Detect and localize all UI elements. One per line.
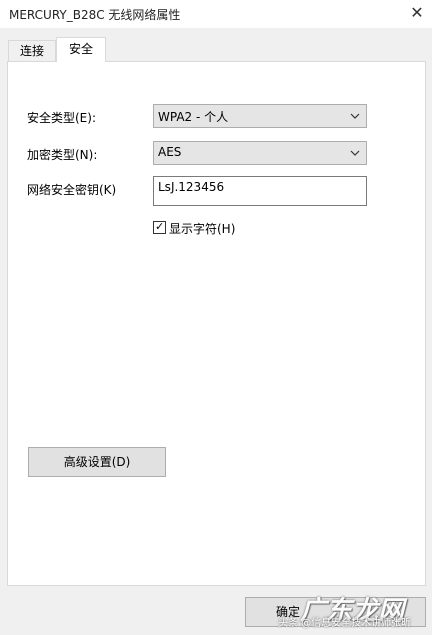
tab-connection[interactable]: 连接 (8, 40, 56, 61)
network-key-field[interactable]: LsJ.123456 (153, 176, 367, 206)
show-characters-label[interactable]: 显示字符(H) (169, 220, 235, 237)
watermark-caption: 头条 @信息安全技术讲师张昕 (278, 618, 412, 629)
security-type-value: WPA2 - 个人 (158, 110, 229, 124)
network-key-value: LsJ.123456 (158, 180, 225, 194)
encryption-type-value: AES (158, 145, 182, 159)
security-type-label: 安全类型(E): (27, 111, 96, 125)
chevron-down-icon (350, 113, 360, 119)
chevron-down-icon (350, 150, 360, 156)
show-characters-checkbox[interactable]: ✓ (153, 220, 166, 234)
close-icon[interactable]: ✕ (404, 2, 430, 24)
tab-security[interactable]: 安全 (56, 37, 106, 62)
encryption-type-select[interactable]: AES (153, 141, 367, 165)
network-key-label: 网络安全密钥(K) (27, 183, 117, 197)
advanced-settings-button[interactable]: 高级设置(D) (28, 447, 166, 477)
encryption-type-label: 加密类型(N): (27, 148, 98, 162)
window-title: MERCURY_B28C 无线网络属性 (9, 8, 181, 22)
security-panel (7, 61, 426, 586)
security-type-select[interactable]: WPA2 - 个人 (153, 104, 367, 128)
checkmark-icon: ✓ (155, 220, 165, 233)
